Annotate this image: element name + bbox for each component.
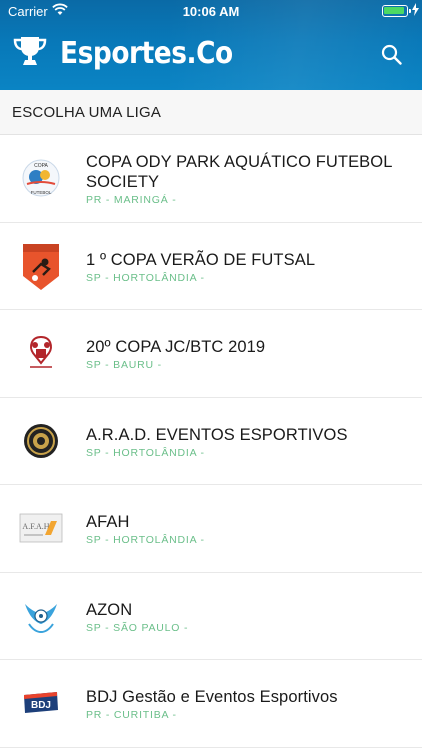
section-title: ESCOLHA UMA LIGA (12, 104, 162, 121)
league-location: SP - BAURU - (86, 359, 162, 371)
league-row[interactable]: 20º COPA JC/BTC 2019 SP - BAURU - (0, 310, 422, 398)
league-row[interactable]: COPA FUTEBOL COPA ODY PARK AQUÁTICO FUTE… (0, 135, 422, 223)
section-header: ESCOLHA UMA LIGA (0, 90, 422, 135)
league-list: COPA FUTEBOL COPA ODY PARK AQUÁTICO FUTE… (0, 135, 422, 748)
afah-logo: A.F.A.H. (18, 505, 64, 551)
afah-logo-text: A.F.A.H. (22, 522, 51, 531)
league-row[interactable]: A.F.A.H. AFAH SP - HORTOLÂNDIA - (0, 485, 422, 573)
copa-verao-logo (18, 243, 64, 290)
app-title: Esportes.Co (60, 35, 233, 71)
league-name: BDJ Gestão e Eventos Esportivos (86, 688, 338, 706)
league-location: SP - HORTOLÂNDIA - (86, 534, 205, 546)
league-name: 20º COPA JC/BTC 2019 (86, 338, 266, 356)
battery-icon (382, 5, 411, 17)
league-name: COPA ODY PARK AQUÁTICO FUTEBOL SOCIETY (86, 153, 392, 191)
league-row[interactable]: AZON SP - SÃO PAULO - (0, 573, 422, 660)
league-row[interactable]: 1 º COPA VERÃO DE FUTSAL SP - HORTOLÂNDI… (0, 223, 422, 310)
league-location: PR - CURITIBA - (86, 709, 177, 721)
league-row[interactable]: BDJ BDJ Gestão e Eventos Esportivos PR -… (0, 660, 422, 748)
charging-icon (412, 3, 419, 19)
trophy-icon (12, 35, 48, 72)
app-header: Carrier 10:06 AM Esportes.Co (0, 0, 422, 90)
azon-logo (18, 593, 64, 639)
battery-nub (409, 9, 411, 13)
svg-text:COPA: COPA (34, 163, 48, 169)
league-location: SP - HORTOLÂNDIA - (86, 446, 205, 459)
battery-level (384, 7, 404, 14)
search-icon[interactable] (381, 44, 402, 70)
bdj-logo-text: BDJ (31, 700, 51, 711)
copa-ody-park-logo: COPA FUTEBOL (18, 155, 64, 201)
league-location: SP - SÃO PAULO - (86, 621, 189, 634)
league-location: SP - HORTOLÂNDIA - (86, 271, 205, 284)
brand: Esportes.Co (12, 33, 256, 73)
arad-logo (18, 418, 64, 464)
copa-jc-btc-logo (18, 330, 64, 376)
league-name: AZON (86, 600, 133, 619)
svg-text:FUTEBOL: FUTEBOL (31, 190, 52, 195)
status-bar: Carrier 10:06 AM (0, 0, 422, 22)
league-name: A.R.A.D. EVENTOS ESPORTIVOS (86, 425, 348, 444)
league-name: 1 º COPA VERÃO DE FUTSAL (86, 250, 316, 269)
league-row[interactable]: A.R.A.D. EVENTOS ESPORTIVOS SP - HORTOLÂ… (0, 398, 422, 485)
league-name: AFAH (86, 513, 130, 531)
league-location: PR - MARINGÁ - (86, 194, 177, 206)
status-time: 10:06 AM (182, 4, 240, 19)
bdj-logo: BDJ (18, 680, 64, 726)
